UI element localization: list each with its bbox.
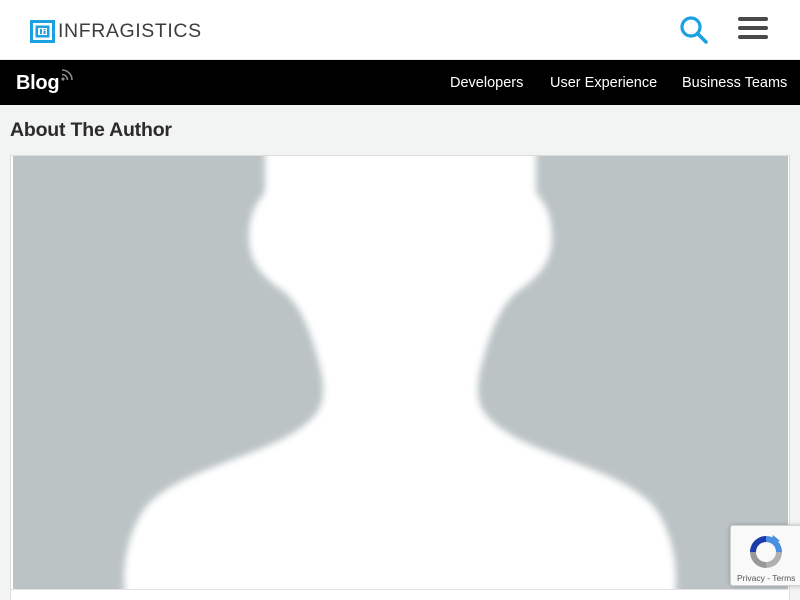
nav-link-business-teams[interactable]: Business Teams bbox=[682, 74, 787, 92]
hamburger-menu-icon-bar bbox=[738, 26, 768, 30]
recaptcha-links: Privacy - Terms bbox=[737, 573, 795, 583]
hamburger-menu-icon bbox=[738, 17, 768, 21]
author-avatar bbox=[13, 156, 788, 589]
infragistics-logo[interactable]: INFRAGISTICS bbox=[30, 19, 202, 43]
hamburger-menu-button[interactable] bbox=[738, 17, 770, 43]
search-button[interactable] bbox=[679, 15, 709, 45]
search-icon bbox=[680, 16, 708, 44]
logo-text: INFRAGISTICS bbox=[58, 20, 202, 42]
hamburger-menu-icon-bar bbox=[738, 35, 768, 39]
default-user-silhouette-icon bbox=[124, 156, 676, 589]
infragistics-logo-mark-icon bbox=[30, 19, 55, 43]
recaptcha-badge[interactable]: Privacy - Terms bbox=[730, 525, 800, 586]
nav-link-developers[interactable]: Developers bbox=[450, 74, 523, 92]
site-header: INFRAGISTICS bbox=[0, 0, 800, 60]
rss-icon[interactable] bbox=[61, 68, 74, 81]
recaptcha-terms-link[interactable]: Terms bbox=[772, 573, 795, 583]
nav-link-user-experience[interactable]: User Experience bbox=[550, 74, 657, 92]
blog-navbar: Blog Developers User Experience Business… bbox=[0, 60, 800, 105]
recaptcha-privacy-link[interactable]: Privacy bbox=[737, 573, 765, 583]
blog-home-link[interactable]: Blog bbox=[16, 71, 60, 95]
author-card bbox=[10, 155, 790, 600]
page-title: About The Author bbox=[10, 119, 172, 141]
recaptcha-icon bbox=[750, 535, 782, 568]
card-divider bbox=[11, 589, 789, 590]
